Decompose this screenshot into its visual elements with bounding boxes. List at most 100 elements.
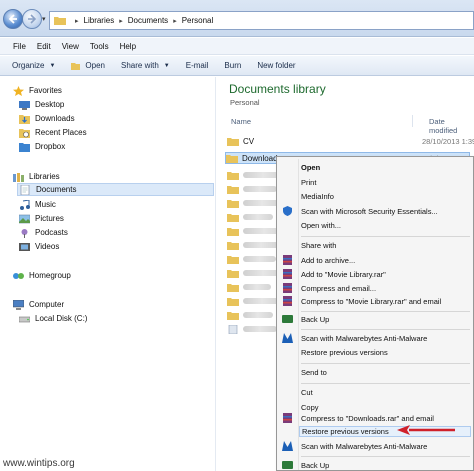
menu-view[interactable]: View [62,42,79,51]
menu-help[interactable]: Help [120,42,136,51]
menu-gutter [298,159,299,470]
menu-item-scan-mse[interactable]: Scan with Microsoft Security Essentials.… [301,207,438,216]
recent-pages-dropdown-icon[interactable]: ▾ [42,15,46,23]
menu-item-compress-movie-email[interactable]: Compress to "Movie Library.rar" and emai… [301,297,441,306]
menu-item-add-archive[interactable]: Add to archive... [301,256,355,265]
column-header-date[interactable]: Date modified [429,117,474,135]
nav-favorites[interactable]: Favorites [13,84,62,97]
menu-separator [301,329,470,330]
menu-item-copy[interactable]: Copy [301,403,319,412]
nav-podcasts[interactable]: Podcasts [19,226,68,239]
arrow-left-icon [8,14,17,24]
documents-icon [20,184,30,195]
breadcrumb-libraries[interactable]: Libraries [84,16,115,25]
nav-desktop[interactable]: Desktop [19,98,64,111]
back-button[interactable] [3,9,23,29]
nav-music-label: Music [35,200,56,209]
nav-computer[interactable]: Computer [13,298,64,311]
breadcrumb-documents[interactable]: Documents [128,16,168,25]
menu-item-send-to[interactable]: Send to [301,368,327,377]
star-icon [13,85,24,96]
chevron-down-icon: ▼ [49,62,56,69]
dropbox-icon [19,142,30,152]
nav-music[interactable]: Music [19,198,56,211]
nav-downloads[interactable]: Downloads [19,112,75,125]
nav-local-disk-label: Local Disk (C:) [35,314,88,323]
arrow-right-icon [28,14,37,24]
menu-separator [301,236,470,237]
email-label: E-mail [185,61,209,70]
menu-bar: File Edit View Tools Help [0,38,474,55]
menu-item-print[interactable]: Print [301,178,316,187]
breadcrumb-personal[interactable]: Personal [182,16,214,25]
new-folder-button[interactable]: New folder [257,61,295,70]
nav-dropbox[interactable]: Dropbox [19,140,65,153]
nav-pictures[interactable]: Pictures [19,212,64,225]
breadcrumb-separator: ▸ [75,17,79,25]
menu-edit[interactable]: Edit [37,42,51,51]
menu-file[interactable]: File [13,42,26,51]
open-folder-icon [71,62,81,70]
folder-icon [227,269,239,278]
menu-item-restore-previous[interactable]: Restore previous versions [301,348,388,357]
menu-item-add-movie-rar[interactable]: Add to "Movie Library.rar" [301,270,386,279]
menu-item-open-with[interactable]: Open with... [301,221,341,230]
menu-item-back-up-2[interactable]: Back Up [301,461,329,470]
menu-item-share-with[interactable]: Share with [301,241,336,250]
chevron-down-icon: ▼ [163,62,170,69]
menu-item-open[interactable]: Open [301,163,320,172]
folder-icon [227,171,239,180]
winrar-icon [283,296,292,306]
desktop-icon [19,100,30,110]
nav-libraries[interactable]: Libraries [13,170,60,183]
file-row[interactable]: CV 28/10/2013 1:39 [227,135,474,147]
nav-local-disk[interactable]: Local Disk (C:) [19,312,87,325]
menu-item-compress-email[interactable]: Compress and email... [301,284,376,293]
menu-item-cut[interactable]: Cut [301,388,313,397]
file-icon [228,324,238,334]
menu-tools[interactable]: Tools [90,42,109,51]
menu-item-scan-mbam[interactable]: Scan with Malwarebytes Anti-Malware [301,334,427,343]
winrar-icon [283,413,292,423]
column-header-name[interactable]: Name [231,117,251,126]
nav-recent-places[interactable]: Recent Places [19,126,87,139]
nav-podcasts-label: Podcasts [35,228,68,237]
file-name: CV [243,136,255,146]
menu-item-scan-mbam-2[interactable]: Scan with Malwarebytes Anti-Malware [301,442,427,451]
malwarebytes-icon [282,441,293,451]
shield-icon [283,206,292,216]
redacted-name [243,326,277,332]
library-subtitle[interactable]: Personal [230,98,260,107]
open-label: Open [85,61,105,70]
burn-button[interactable]: Burn [224,61,241,70]
column-divider[interactable] [412,115,413,127]
redacted-name [243,186,277,192]
menu-separator [301,383,470,384]
nav-desktop-label: Desktop [35,100,65,109]
watermark: www.wintips.org [3,458,75,469]
winrar-icon [283,269,292,279]
redacted-name [243,312,273,318]
share-with-button[interactable]: Share with ▼ [121,61,170,70]
homegroup-icon [13,272,24,279]
nav-pictures-label: Pictures [35,214,64,223]
nav-computer-label: Computer [29,300,65,309]
menu-item-compress-downloads-email[interactable]: Compress to "Downloads.rar" and email [301,414,434,423]
menu-item-back-up[interactable]: Back Up [301,315,329,324]
nav-homegroup[interactable]: Homegroup [13,269,71,282]
folder-icon [227,297,239,306]
address-bar: ▾ ▸ Libraries ▸ Documents ▸ Personal [0,0,474,37]
folder-icon [227,137,239,146]
pictures-icon [19,214,30,223]
forward-button[interactable] [22,9,42,29]
nav-videos-label: Videos [35,242,60,251]
organize-button[interactable]: Organize ▼ [12,61,55,70]
open-button[interactable]: Open [71,61,105,71]
nav-videos[interactable]: Videos [19,240,59,253]
email-button[interactable]: E-mail [186,61,209,70]
nav-downloads-label: Downloads [35,114,75,123]
nav-documents[interactable]: Documents [17,183,214,196]
address-path[interactable]: ▸ Libraries ▸ Documents ▸ Personal [49,11,474,30]
red-arrow-annotation-icon [397,425,455,435]
menu-item-mediainfo[interactable]: MediaInfo [301,192,334,201]
